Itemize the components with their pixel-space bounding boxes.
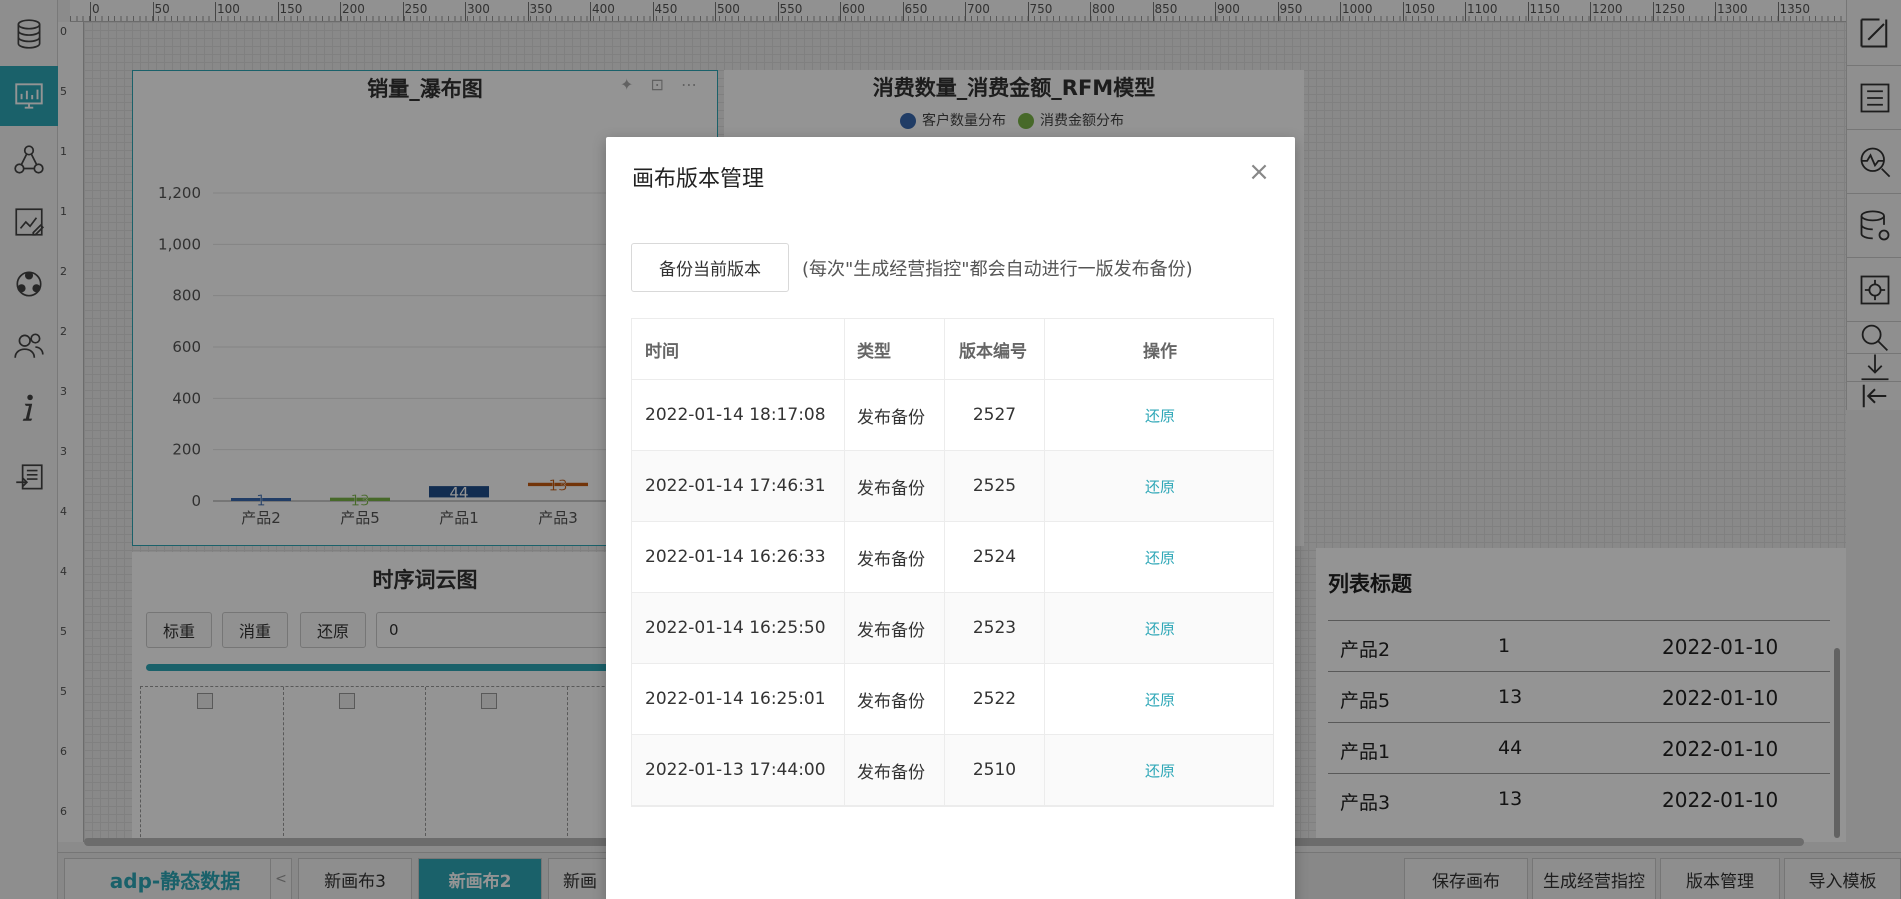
version-table-row: 2022-01-14 16:26:33 发布备份 2524 还原 xyxy=(632,522,1273,593)
version-table-row: 2022-01-14 16:25:50 发布备份 2523 还原 xyxy=(632,593,1273,664)
app-root: 0 50 100 150 200 250 300 350 400 450 500 550 600 650 7… xyxy=(0,0,1901,899)
version-number: 2510 xyxy=(945,735,1045,805)
version-type: 发布备份 xyxy=(845,451,945,521)
version-type: 发布备份 xyxy=(845,522,945,592)
modal-title: 画布版本管理 xyxy=(632,167,765,192)
version-table-row: 2022-01-14 18:17:08 发布备份 2527 还原 xyxy=(632,380,1273,451)
version-action-cell: 还原 xyxy=(1045,522,1275,592)
version-type: 发布备份 xyxy=(845,593,945,663)
version-action-cell: 还原 xyxy=(1045,451,1275,521)
column-header-time: 时间 xyxy=(632,319,845,379)
version-action-cell: 还原 xyxy=(1045,664,1275,734)
column-header-version: 版本编号 xyxy=(945,319,1045,379)
restore-version-link[interactable]: 还原 xyxy=(1145,689,1175,710)
version-number: 2525 xyxy=(945,451,1045,521)
version-time: 2022-01-14 17:46:31 xyxy=(632,451,845,521)
version-action-cell: 还原 xyxy=(1045,380,1275,450)
version-number: 2522 xyxy=(945,664,1045,734)
version-table-row: 2022-01-13 17:44:00 发布备份 2510 还原 xyxy=(632,735,1273,806)
version-action-cell: 还原 xyxy=(1045,593,1275,663)
version-table-row: 2022-01-14 17:46:31 发布备份 2525 还原 xyxy=(632,451,1273,522)
version-time: 2022-01-14 16:25:50 xyxy=(632,593,845,663)
version-number: 2524 xyxy=(945,522,1045,592)
restore-version-link[interactable]: 还原 xyxy=(1145,760,1175,781)
backup-current-version-button[interactable]: 备份当前版本 xyxy=(631,243,789,292)
column-header-type: 类型 xyxy=(845,319,945,379)
version-time: 2022-01-14 16:25:01 xyxy=(632,664,845,734)
backup-note: (每次"生成经营指控"都会自动进行一版发布备份) xyxy=(802,259,1193,280)
version-table-row: 2022-01-14 16:25:01 发布备份 2522 还原 xyxy=(632,664,1273,735)
version-type: 发布备份 xyxy=(845,664,945,734)
version-type: 发布备份 xyxy=(845,380,945,450)
column-header-action: 操作 xyxy=(1143,341,1177,362)
version-number: 2527 xyxy=(945,380,1045,450)
close-icon[interactable]: × xyxy=(1247,159,1271,185)
restore-version-link[interactable]: 还原 xyxy=(1145,547,1175,568)
version-time: 2022-01-14 18:17:08 xyxy=(632,380,845,450)
version-type: 发布备份 xyxy=(845,735,945,805)
version-time: 2022-01-14 16:26:33 xyxy=(632,522,845,592)
restore-version-link[interactable]: 还原 xyxy=(1145,476,1175,497)
restore-version-link[interactable]: 还原 xyxy=(1145,618,1175,639)
version-table: 时间 类型 版本编号 操作 2022-01-14 18:17:08 发布备份 252… xyxy=(631,318,1274,807)
version-time: 2022-01-13 17:44:00 xyxy=(632,735,845,805)
version-table-header: 时间 类型 版本编号 操作 xyxy=(632,319,1273,380)
version-action-cell: 还原 xyxy=(1045,735,1275,805)
version-management-modal: 画布版本管理 × 备份当前版本 (每次"生成经营指控"都会自动进行一版发布备份)… xyxy=(606,137,1295,899)
restore-version-link[interactable]: 还原 xyxy=(1145,405,1175,426)
version-number: 2523 xyxy=(945,593,1045,663)
